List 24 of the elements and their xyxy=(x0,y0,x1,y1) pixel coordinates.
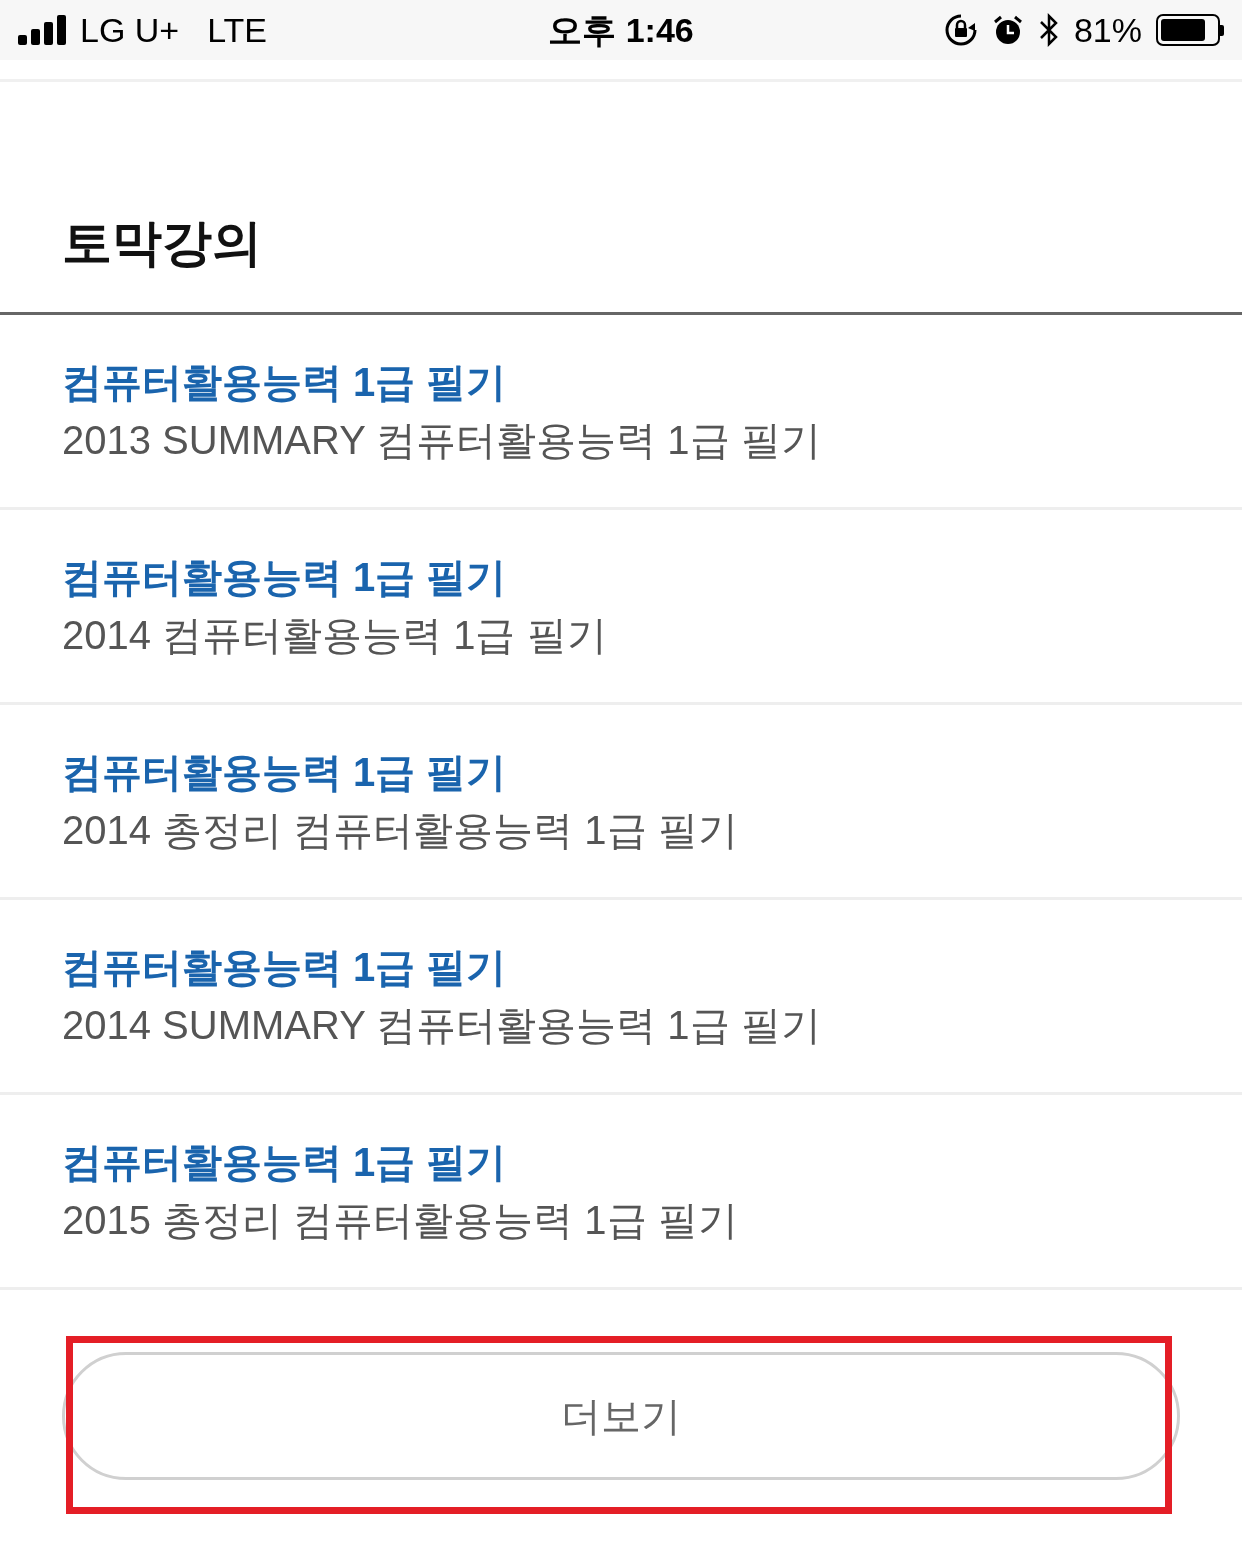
lecture-subtitle: 2014 SUMMARY 컴퓨터활용능력 1급 필기 xyxy=(62,1002,822,1049)
lecture-title: 컴퓨터활용능력 1급 필기 xyxy=(62,944,508,991)
lecture-subtitle: 2014 컴퓨터활용능력 1급 필기 xyxy=(62,612,608,659)
battery-percent: 81% xyxy=(1073,9,1142,51)
lecture-item[interactable]: 컴퓨터활용능력 1급 필기 2013 SUMMARY 컴퓨터활용능력 1급 필기 xyxy=(0,315,1242,510)
lecture-item[interactable]: 컴퓨터활용능력 1급 필기 2014 컴퓨터활용능력 1급 필기 xyxy=(0,510,1242,705)
lecture-subtitle: 2015 총정리 컴퓨터활용능력 1급 필기 xyxy=(62,1197,739,1244)
lecture-item[interactable]: 컴퓨터활용능력 1급 필기 2014 총정리 컴퓨터활용능력 1급 필기 xyxy=(0,705,1242,900)
section-title: 토막강의 xyxy=(62,218,262,268)
lecture-title: 컴퓨터활용능력 1급 필기 xyxy=(62,554,508,601)
lecture-item[interactable]: 컴퓨터활용능력 1급 필기 2014 SUMMARY 컴퓨터활용능력 1급 필기 xyxy=(0,900,1242,1095)
clock: 오후 1:46 xyxy=(548,9,694,51)
alarm-icon xyxy=(991,14,1024,46)
lecture-subtitle: 2014 총정리 컴퓨터활용능력 1급 필기 xyxy=(62,807,739,854)
lecture-title: 컴퓨터활용능력 1급 필기 xyxy=(62,1139,508,1186)
lecture-subtitle: 2013 SUMMARY 컴퓨터활용능력 1급 필기 xyxy=(62,417,822,464)
lecture-item[interactable]: 컴퓨터활용능력 1급 필기 2015 총정리 컴퓨터활용능력 1급 필기 xyxy=(0,1095,1242,1290)
lecture-title: 컴퓨터활용능력 1급 필기 xyxy=(62,749,508,796)
bluetooth-icon xyxy=(1037,12,1060,48)
lecture-title: 컴퓨터활용능력 1급 필기 xyxy=(62,359,508,406)
more-button[interactable]: 더보기 xyxy=(62,1352,1180,1480)
network-type: LTE xyxy=(207,9,268,51)
rotation-lock-icon xyxy=(943,13,978,47)
carrier-name: LG U+ xyxy=(80,9,180,51)
